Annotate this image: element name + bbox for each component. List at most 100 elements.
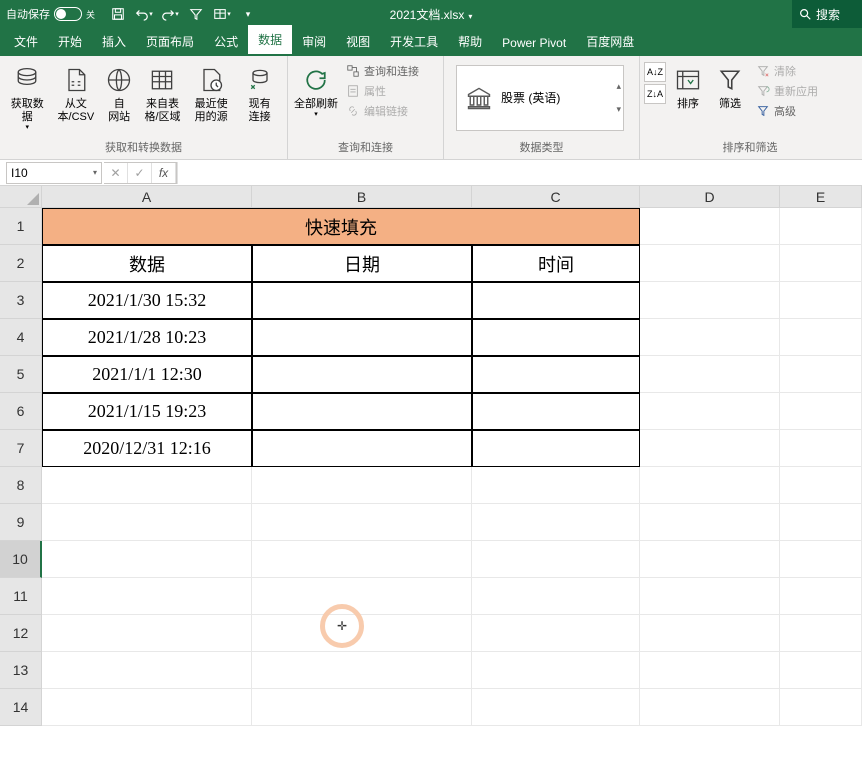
stock-datatype-box[interactable]: 股票 (英语) ▴▾ (456, 65, 624, 131)
data-cell[interactable] (252, 356, 472, 393)
data-cell[interactable]: 2021/1/1 12:30 (42, 356, 252, 393)
cancel-icon[interactable]: ✕ (104, 163, 128, 183)
toggle-switch[interactable] (54, 7, 82, 21)
tab-view[interactable]: 视图 (336, 27, 380, 56)
filter-button[interactable]: 筛选 (710, 62, 750, 113)
cell[interactable] (780, 356, 862, 393)
data-cell[interactable] (252, 319, 472, 356)
cell[interactable] (640, 615, 780, 652)
row-header[interactable]: 11 (0, 578, 42, 615)
cell[interactable] (640, 356, 780, 393)
row-header[interactable]: 10 (0, 541, 42, 578)
row-header[interactable]: 3 (0, 282, 42, 319)
cell[interactable] (252, 578, 472, 615)
save-icon[interactable] (107, 3, 129, 25)
row-header[interactable]: 6 (0, 393, 42, 430)
cell[interactable] (640, 430, 780, 467)
cell[interactable] (640, 652, 780, 689)
cell[interactable] (640, 393, 780, 430)
name-box[interactable]: I10 (6, 162, 102, 184)
tab-powerpivot[interactable]: Power Pivot (492, 30, 576, 56)
cell[interactable] (780, 319, 862, 356)
tab-help[interactable]: 帮助 (448, 27, 492, 56)
cell[interactable] (42, 578, 252, 615)
cell[interactable] (780, 578, 862, 615)
cell[interactable] (472, 689, 640, 726)
filter-icon[interactable] (185, 3, 207, 25)
cell[interactable] (472, 652, 640, 689)
cell[interactable] (42, 504, 252, 541)
from-csv-button[interactable]: 从文 本/CSV (53, 62, 100, 126)
fx-icon[interactable]: fx (152, 163, 176, 183)
merged-title-cell[interactable]: 快速填充 (42, 208, 640, 245)
advanced-item[interactable]: 高级 (752, 102, 822, 120)
sort-asc-button[interactable]: A↓Z (644, 62, 666, 82)
chevron-down-icon[interactable]: ▾ (616, 104, 621, 115)
header-cell[interactable]: 时间 (472, 245, 640, 282)
tab-pagelayout[interactable]: 页面布局 (136, 27, 204, 56)
tab-review[interactable]: 审阅 (292, 27, 336, 56)
col-header-C[interactable]: C (472, 186, 640, 208)
data-cell[interactable]: 2021/1/30 15:32 (42, 282, 252, 319)
autosave-toggle[interactable]: 自动保存 关 (0, 6, 101, 22)
row-header[interactable]: 14 (0, 689, 42, 726)
header-cell[interactable]: 日期 (252, 245, 472, 282)
row-header[interactable]: 5 (0, 356, 42, 393)
cell[interactable] (780, 689, 862, 726)
redo-icon[interactable]: ▾ (159, 3, 181, 25)
table-icon[interactable]: ▾ (211, 3, 233, 25)
clear-filter-item[interactable]: 清除 (752, 62, 822, 80)
sort-desc-button[interactable]: Z↓A (644, 84, 666, 104)
row-header[interactable]: 8 (0, 467, 42, 504)
select-all-corner[interactable] (0, 186, 42, 208)
cell[interactable] (640, 208, 780, 245)
edit-links-item[interactable]: 编辑链接 (342, 102, 423, 120)
existing-conn-button[interactable]: 现有 连接 (236, 62, 283, 126)
sort-button[interactable]: 排序 (668, 62, 708, 113)
row-header[interactable]: 9 (0, 504, 42, 541)
cell[interactable] (640, 467, 780, 504)
data-cell[interactable] (252, 430, 472, 467)
col-header-B[interactable]: B (252, 186, 472, 208)
cell[interactable] (252, 504, 472, 541)
cell[interactable] (780, 504, 862, 541)
from-table-button[interactable]: 来自表 格/区域 (139, 62, 186, 126)
cell[interactable] (780, 393, 862, 430)
cell[interactable] (252, 689, 472, 726)
data-cell[interactable] (472, 282, 640, 319)
data-cell[interactable] (472, 393, 640, 430)
cell[interactable] (42, 541, 252, 578)
cell[interactable] (640, 504, 780, 541)
undo-icon[interactable]: ▾ (133, 3, 155, 25)
tab-file[interactable]: 文件 (4, 27, 48, 56)
cell[interactable] (252, 541, 472, 578)
tab-baidu[interactable]: 百度网盘 (576, 27, 644, 56)
from-web-button[interactable]: 自 网站 (101, 62, 137, 126)
cell[interactable] (780, 208, 862, 245)
chevron-up-icon[interactable]: ▴ (616, 81, 621, 92)
data-cell[interactable] (252, 393, 472, 430)
formula-input[interactable] (177, 162, 862, 184)
col-header-D[interactable]: D (640, 186, 780, 208)
get-data-button[interactable]: 获取数 据▾ (4, 62, 51, 135)
cell[interactable] (640, 319, 780, 356)
cell[interactable] (780, 615, 862, 652)
row-header[interactable]: 4 (0, 319, 42, 356)
cell[interactable] (472, 467, 640, 504)
header-cell[interactable]: 数据 (42, 245, 252, 282)
search-box[interactable]: 搜索 (792, 0, 862, 28)
cell[interactable] (472, 541, 640, 578)
data-cell[interactable] (472, 319, 640, 356)
cell[interactable] (640, 282, 780, 319)
recent-sources-button[interactable]: 最近使 用的源 (188, 62, 235, 126)
cell[interactable] (780, 541, 862, 578)
data-cell[interactable] (252, 282, 472, 319)
cell[interactable] (252, 652, 472, 689)
tab-insert[interactable]: 插入 (92, 27, 136, 56)
tab-formulas[interactable]: 公式 (204, 27, 248, 56)
cell[interactable] (472, 615, 640, 652)
cell[interactable] (780, 245, 862, 282)
reapply-item[interactable]: 重新应用 (752, 82, 822, 100)
qat-overflow-icon[interactable]: ▾ (237, 3, 259, 25)
cell[interactable] (780, 652, 862, 689)
